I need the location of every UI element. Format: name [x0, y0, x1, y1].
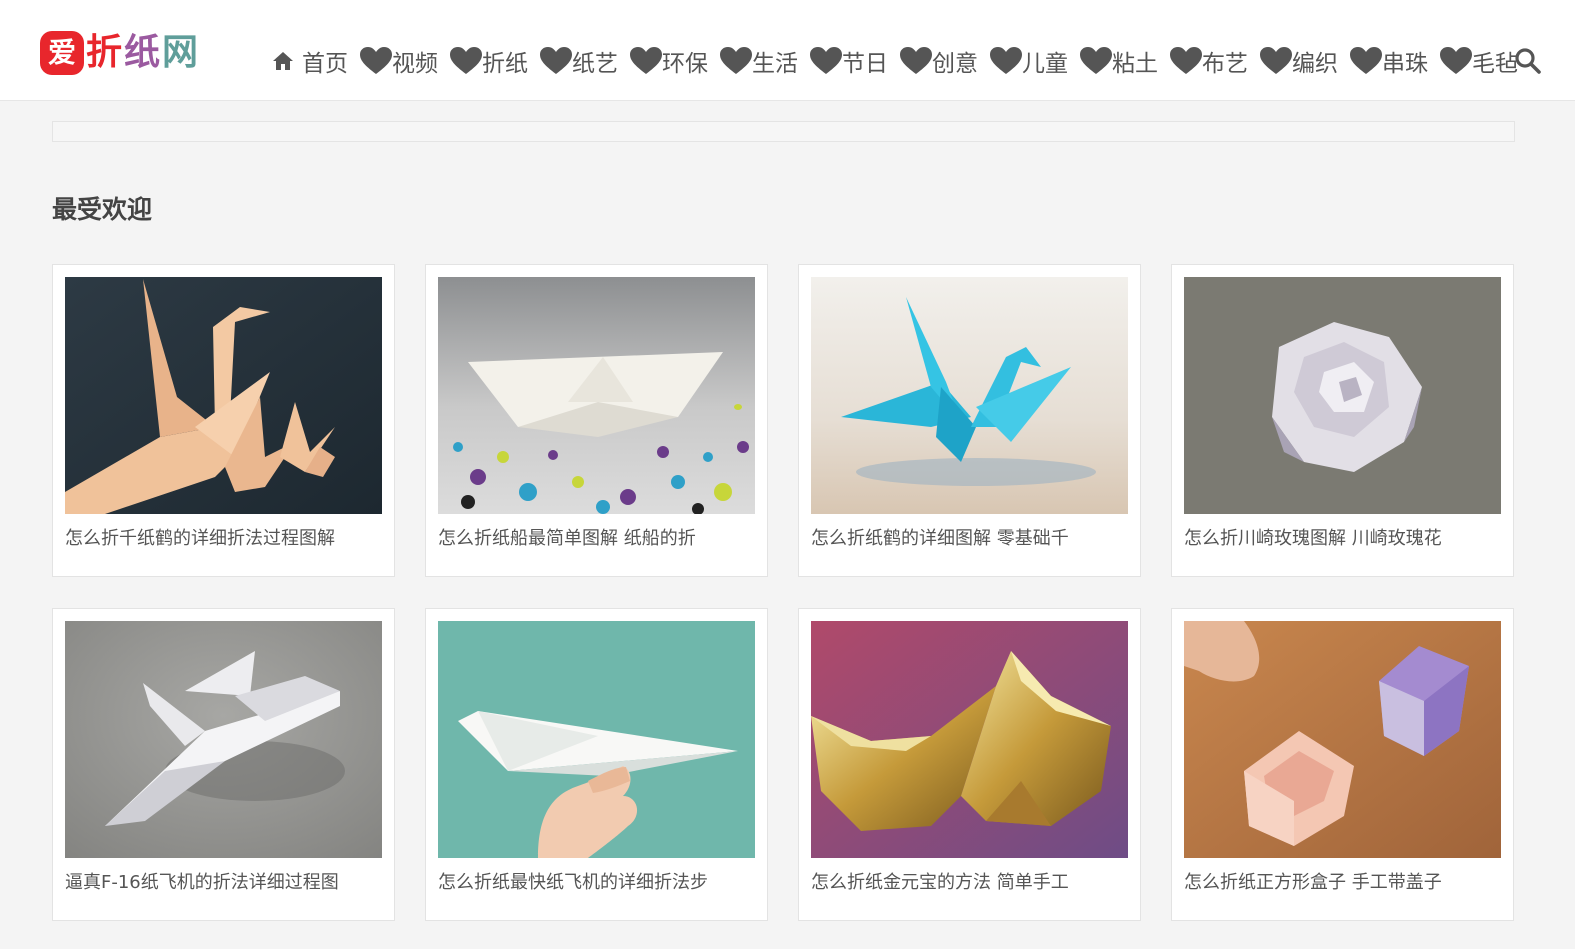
nav-item-paper-art[interactable]: 纸艺 — [540, 44, 618, 78]
article-thumbnail[interactable] — [1184, 277, 1501, 514]
nav-label: 创意 — [932, 51, 978, 77]
nav-item-life[interactable]: 生活 — [720, 44, 798, 78]
nav-item-home[interactable]: 首页 — [272, 44, 348, 78]
home-icon — [272, 51, 294, 71]
article-title[interactable]: 怎么折纸正方形盒子 手工带盖子 — [1184, 868, 1504, 894]
nav-item-eco[interactable]: 环保 — [630, 44, 708, 78]
article-title[interactable]: 怎么折纸鹤的详细图解 零基础千 — [811, 524, 1131, 550]
article-thumbnail[interactable] — [65, 277, 382, 514]
nav-item-felt[interactable]: 毛毡 — [1440, 44, 1518, 78]
heart-icon — [450, 47, 482, 75]
nav-item-creative[interactable]: 创意 — [900, 44, 978, 78]
nav-label: 节日 — [842, 51, 888, 77]
nav-item-fabric[interactable]: 布艺 — [1170, 44, 1248, 78]
nav-label: 儿童 — [1022, 51, 1068, 77]
heart-icon — [1080, 47, 1112, 75]
section-title: 最受欢迎 — [52, 195, 153, 224]
nav-item-knitting[interactable]: 编织 — [1260, 44, 1338, 78]
article-card[interactable]: 怎么折纸金元宝的方法 简单手工 — [798, 608, 1141, 921]
logo-char-3: 网 — [162, 32, 201, 73]
article-card[interactable]: 逼真F-16纸飞机的折法详细过程图 — [52, 608, 395, 921]
heart-icon — [360, 47, 392, 75]
heart-icon — [630, 47, 662, 75]
article-card[interactable]: 怎么折千纸鹤的详细折法过程图解 — [52, 264, 395, 577]
article-thumbnail[interactable] — [65, 621, 382, 858]
nav-item-clay[interactable]: 粘土 — [1080, 44, 1158, 78]
ad-banner-placeholder — [52, 121, 1515, 142]
nav-label: 首页 — [302, 51, 348, 77]
main-nav: 首页 视频 折纸 纸艺 环保 生活 节日 创意 儿童 粘土 布艺 编织 串珠 毛… — [272, 38, 1530, 84]
heart-icon — [540, 47, 572, 75]
article-thumbnail[interactable] — [811, 277, 1128, 514]
nav-label: 毛毡 — [1472, 51, 1518, 77]
heart-icon — [990, 47, 1022, 75]
logo-char-1: 折 — [86, 32, 125, 73]
nav-item-beading[interactable]: 串珠 — [1350, 44, 1428, 78]
heart-icon — [720, 47, 752, 75]
article-card[interactable]: 怎么折纸船最简单图解 纸船的折 — [425, 264, 768, 577]
article-thumbnail[interactable] — [438, 621, 755, 858]
article-thumbnail[interactable] — [1184, 621, 1501, 858]
nav-label: 环保 — [662, 51, 708, 77]
heart-icon — [1350, 47, 1382, 75]
nav-label: 纸艺 — [572, 51, 618, 77]
article-title[interactable]: 怎么折纸金元宝的方法 简单手工 — [811, 868, 1131, 894]
nav-label: 编织 — [1292, 51, 1338, 77]
article-title[interactable]: 怎么折纸船最简单图解 纸船的折 — [438, 524, 758, 550]
logo-text: 折纸网 — [86, 35, 200, 71]
nav-item-origami[interactable]: 折纸 — [450, 44, 528, 78]
site-logo[interactable]: 爱 折纸网 — [40, 30, 200, 76]
article-title[interactable]: 逼真F-16纸飞机的折法详细过程图 — [65, 868, 385, 894]
nav-label: 视频 — [392, 51, 438, 77]
site-header: 爱 折纸网 首页 视频 折纸 纸艺 环保 生活 节日 创意 儿童 粘土 布艺 编… — [0, 0, 1575, 101]
nav-item-festival[interactable]: 节日 — [810, 44, 888, 78]
article-thumbnail[interactable] — [811, 621, 1128, 858]
nav-label: 生活 — [752, 51, 798, 77]
nav-item-video[interactable]: 视频 — [360, 44, 438, 78]
heart-icon — [1440, 47, 1472, 75]
article-title[interactable]: 怎么折千纸鹤的详细折法过程图解 — [65, 524, 385, 550]
article-thumbnail[interactable] — [438, 277, 755, 514]
heart-icon — [1170, 47, 1202, 75]
article-title[interactable]: 怎么折纸最快纸飞机的详细折法步 — [438, 868, 758, 894]
nav-item-kids[interactable]: 儿童 — [990, 44, 1068, 78]
logo-mark: 爱 — [40, 31, 84, 75]
article-card[interactable]: 怎么折纸最快纸飞机的详细折法步 — [425, 608, 768, 921]
search-icon[interactable] — [1514, 47, 1542, 75]
heart-icon — [810, 47, 842, 75]
nav-label: 布艺 — [1202, 51, 1248, 77]
article-card[interactable]: 怎么折纸正方形盒子 手工带盖子 — [1171, 608, 1514, 921]
logo-char-2: 纸 — [124, 32, 163, 73]
article-card[interactable]: 怎么折川崎玫瑰图解 川崎玫瑰花 — [1171, 264, 1514, 577]
nav-label: 粘土 — [1112, 51, 1158, 77]
nav-label: 串珠 — [1382, 51, 1428, 77]
article-title[interactable]: 怎么折川崎玫瑰图解 川崎玫瑰花 — [1184, 524, 1504, 550]
heart-icon — [1260, 47, 1292, 75]
heart-icon — [900, 47, 932, 75]
nav-label: 折纸 — [482, 51, 528, 77]
article-card[interactable]: 怎么折纸鹤的详细图解 零基础千 — [798, 264, 1141, 577]
